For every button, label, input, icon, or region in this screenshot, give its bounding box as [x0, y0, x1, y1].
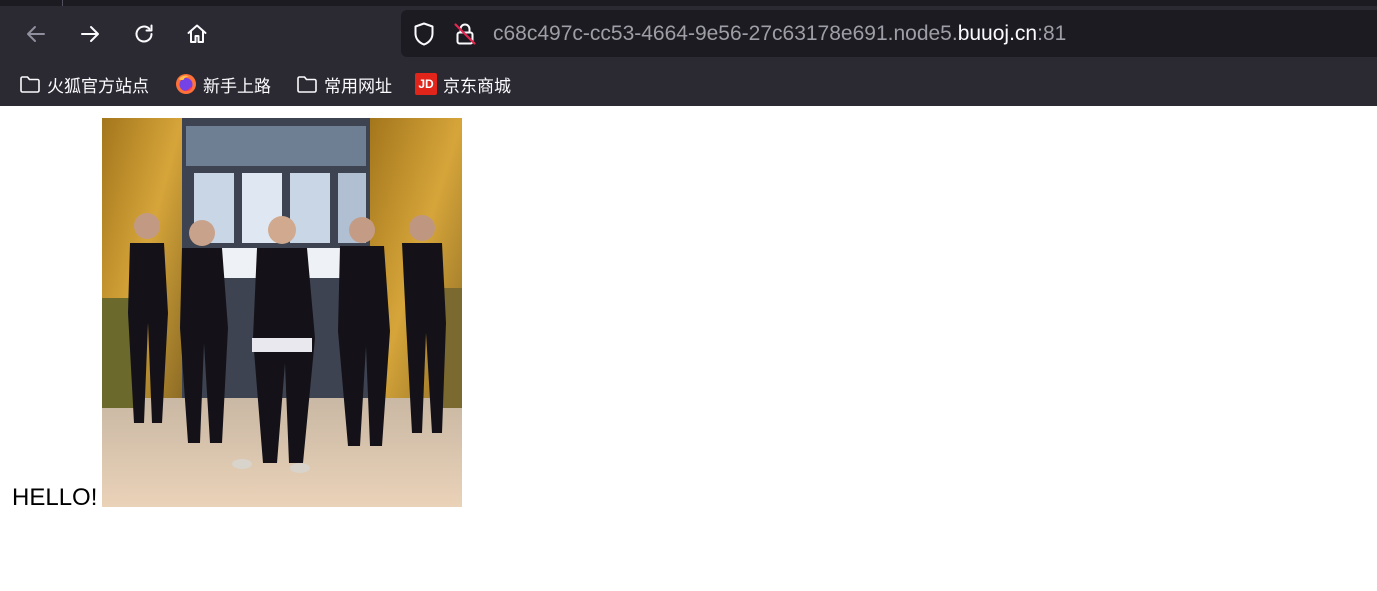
tab-separator — [62, 0, 63, 6]
jd-logo-icon: JD — [415, 73, 437, 95]
url-port: :81 — [1037, 22, 1067, 45]
page-content: HELLO! — [0, 106, 1377, 591]
back-arrow-icon — [27, 26, 45, 42]
jd-logo: JD — [415, 73, 437, 95]
url-text[interactable]: c68c497c-cc53-4664-9e56-27c63178e691.nod… — [493, 10, 1066, 57]
insecure-lock-icon[interactable] — [452, 21, 478, 47]
url-prefix: c68c497c-cc53-4664-9e56-27c63178e691.nod… — [493, 22, 958, 45]
url-domain: buuoj.cn — [957, 22, 1038, 45]
home-button[interactable] — [177, 14, 217, 54]
bookmark-jd-mall[interactable]: JD 京东商城 — [415, 62, 511, 106]
bookmark-firefox-official[interactable]: 火狐官方站点 — [19, 62, 149, 106]
back-button[interactable] — [16, 14, 56, 54]
firefox-icon — [175, 73, 197, 95]
browser-chrome: c68c497c-cc53-4664-9e56-27c63178e691.nod… — [0, 0, 1377, 106]
folder-icon — [19, 73, 41, 95]
reload-button[interactable] — [124, 14, 164, 54]
bookmark-label: 火狐官方站点 — [47, 76, 149, 97]
bookmark-getting-started[interactable]: 新手上路 — [175, 62, 271, 106]
folder-icon — [296, 73, 318, 95]
dancing-gif-image — [102, 118, 462, 507]
hello-text: HELLO! — [12, 484, 98, 511]
bookmark-label: 常用网址 — [324, 76, 392, 97]
bookmark-label: 京东商城 — [443, 76, 511, 97]
reload-icon — [135, 24, 153, 43]
tab-strip — [0, 0, 1377, 6]
bookmark-label: 新手上路 — [203, 76, 271, 97]
shield-icon[interactable] — [411, 21, 437, 47]
forward-arrow-icon — [81, 26, 99, 42]
bookmarks-toolbar: 火狐官方站点 新手上路 常用网址 JD 京东商城 — [0, 62, 1377, 106]
home-icon — [187, 24, 207, 43]
bookmark-common-sites[interactable]: 常用网址 — [296, 62, 392, 106]
url-bar[interactable]: c68c497c-cc53-4664-9e56-27c63178e691.nod… — [401, 10, 1377, 57]
forward-button[interactable] — [70, 14, 110, 54]
